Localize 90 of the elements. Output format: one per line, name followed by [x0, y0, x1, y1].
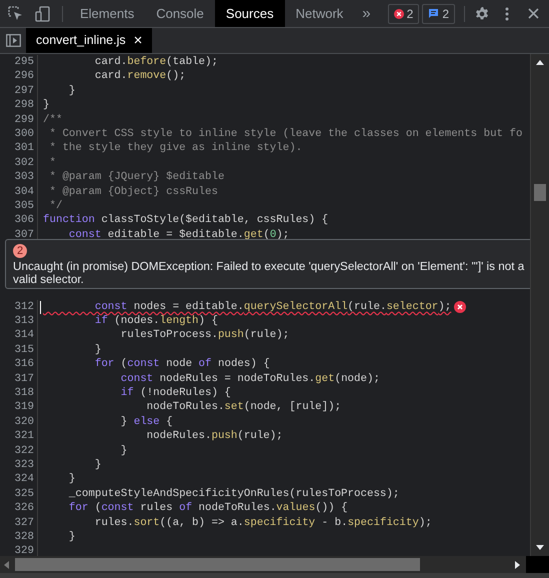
- sidebar-toggle-icon[interactable]: [6, 34, 21, 47]
- line-number: 296: [14, 70, 34, 82]
- line-number: 312: [14, 300, 34, 313]
- line-number: 314: [14, 329, 34, 342]
- line-number: 323: [14, 458, 34, 471]
- settings-icon[interactable]: [474, 6, 490, 22]
- code-line: }: [68, 472, 76, 487]
- inspect-icon[interactable]: [8, 6, 23, 21]
- code-line: for (const node of nodes) {: [94, 357, 270, 372]
- panel-tab[interactable]: Elements: [69, 0, 146, 27]
- code-line: }: [120, 444, 128, 458]
- line-number: 322: [14, 444, 34, 457]
- code-line: _computeStyleAndSpecificityOnRules(rulesToProcess);: [68, 486, 400, 502]
- scrollbar-corner: [526, 556, 549, 573]
- line-number: 301: [14, 142, 34, 154]
- code-line: * the style they give as inline style).: [48, 141, 302, 156]
- line-number: 317: [14, 372, 34, 385]
- line-number: 304: [14, 186, 34, 198]
- line-number: 316: [14, 358, 34, 370]
- code-line: }: [68, 530, 76, 544]
- scrollbar-thumb[interactable]: [15, 558, 420, 571]
- line-number: 305: [14, 200, 34, 212]
- panel-tab[interactable]: Sources: [214, 0, 285, 27]
- code-line: rulesToProcess.push(rule);: [120, 328, 290, 343]
- line-number: 302: [14, 156, 34, 169]
- close-icon[interactable]: [528, 8, 539, 19]
- code-line: function classToStyle($editable, cssRules) {: [43, 213, 328, 228]
- file-name: convert_inline.js: [36, 32, 126, 50]
- code-line: rules.sort((a, b) => a.specificity - b.specificity);: [94, 516, 432, 530]
- line-number: 307: [14, 228, 34, 241]
- code-line: */: [48, 198, 62, 214]
- line-number: 299: [14, 114, 34, 126]
- code-line: * @param {Object} cssRules: [48, 184, 218, 199]
- more-tabs-button[interactable]: »: [362, 6, 371, 21]
- code-line: for (const rules of nodeToRules.values()) {: [68, 501, 348, 516]
- message-count-badge[interactable]: 2: [422, 4, 455, 24]
- line-number: 313: [14, 315, 34, 328]
- more-options-icon[interactable]: [505, 6, 509, 20]
- line-number: 320: [14, 416, 34, 428]
- code-line: const nodeRules = nodeToRules.get(node);: [120, 372, 380, 386]
- device-icon[interactable]: [35, 6, 50, 22]
- line-number: 303: [14, 171, 34, 184]
- code-line: } else {: [120, 414, 173, 430]
- code-line: * @param {JQuery} $editable: [48, 170, 224, 185]
- code-line: *: [48, 156, 56, 170]
- line-number: 295: [14, 56, 34, 68]
- line-number: 329: [14, 545, 34, 556]
- code-line: }: [43, 98, 50, 113]
- line-number: 324: [14, 473, 34, 486]
- code-line: const editable = $editable.get(0);: [68, 228, 290, 242]
- line-number: 315: [14, 344, 34, 356]
- vertical-scrollbar[interactable]: [530, 54, 549, 556]
- line-number: 325: [14, 488, 34, 500]
- code-line: card.before(table);: [94, 55, 218, 70]
- line-number: 306: [14, 214, 34, 226]
- panel-tab[interactable]: Network: [284, 0, 354, 27]
- line-number: 318: [14, 387, 34, 400]
- line-number: 321: [14, 430, 34, 442]
- code-line: if (!nodeRules) {: [120, 386, 231, 400]
- scrollbar-thumb[interactable]: [534, 184, 546, 201]
- line-number: 327: [14, 516, 34, 529]
- line-number: 300: [14, 128, 34, 140]
- panel-tab[interactable]: Console: [145, 0, 215, 27]
- code-line: * Convert CSS style to inline style (leave the classes on elements but fo: [48, 126, 522, 142]
- code-line: }: [68, 84, 76, 98]
- line-number: 326: [14, 502, 34, 514]
- error-icon[interactable]: [454, 300, 466, 313]
- file-tab[interactable]: convert_inline.js ×: [26, 28, 152, 53]
- scroll-right-icon[interactable]: [515, 560, 520, 568]
- error-count-badge: 2: [13, 244, 27, 258]
- line-number: 298: [14, 99, 34, 112]
- error-icon: [394, 8, 404, 18]
- scroll-down-icon[interactable]: [536, 545, 544, 550]
- code-line: }: [94, 458, 102, 472]
- code-line: nodeRules.push(rule);: [146, 429, 283, 444]
- error-count-badge[interactable]: 2: [388, 4, 420, 24]
- code-line: const nodes = editable.querySelectorAll(rule.selector);: [94, 300, 452, 314]
- scroll-up-icon[interactable]: [536, 60, 544, 65]
- message-icon: [428, 8, 440, 19]
- code-line: card.remove();: [94, 69, 186, 84]
- code-line: if (nodes.length) {: [94, 314, 218, 328]
- code-line: /**: [43, 112, 62, 127]
- line-number: 328: [14, 530, 34, 543]
- code-line: }: [94, 342, 102, 358]
- line-number: 297: [14, 84, 34, 97]
- close-tab-button[interactable]: ×: [134, 33, 142, 48]
- scroll-left-icon[interactable]: [4, 560, 9, 568]
- code-line: nodeToRules.set(node, [rule]);: [146, 400, 342, 415]
- error-message: Uncaught (in promise) DOMException: Failed to execute 'querySelectorAll' on 'Element': '"]' is not a valid selector.: [13, 260, 526, 286]
- line-number: 319: [14, 401, 34, 414]
